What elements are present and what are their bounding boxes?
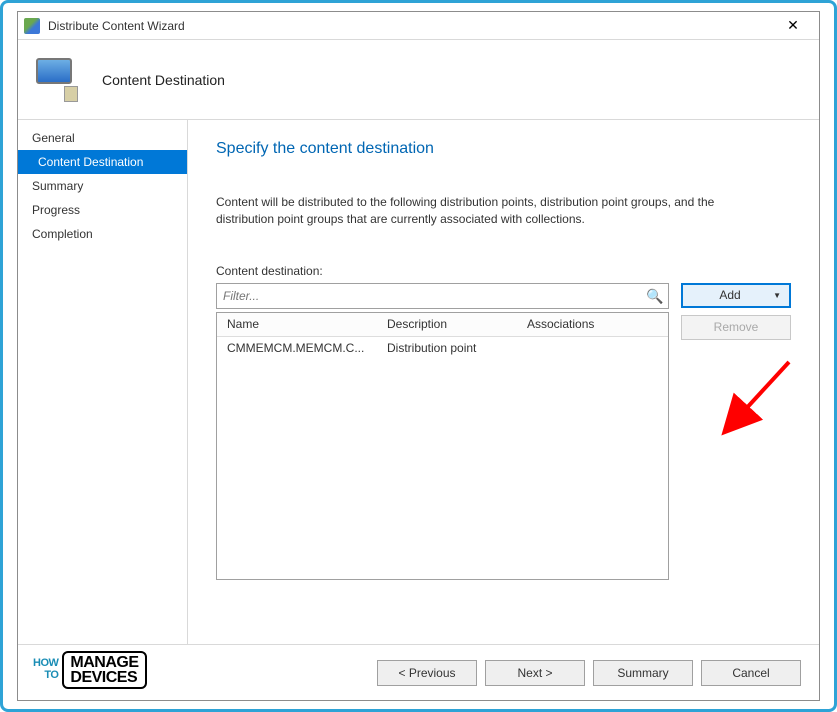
column-name[interactable]: Name bbox=[217, 317, 387, 331]
column-associations[interactable]: Associations bbox=[527, 317, 668, 331]
watermark-how: HOW bbox=[33, 659, 58, 669]
wizard-window: Distribute Content Wizard ✕ Content Dest… bbox=[17, 11, 820, 701]
next-button[interactable]: Next > bbox=[485, 660, 585, 686]
watermark-manage: MANAGE bbox=[70, 655, 138, 670]
close-icon: ✕ bbox=[787, 17, 799, 34]
cell-description: Distribution point bbox=[387, 341, 527, 355]
destination-table: Name Description Associations CMMEMCM.ME… bbox=[216, 312, 669, 580]
watermark-to: TO bbox=[44, 669, 58, 681]
wizard-sidebar: General Content Destination Summary Prog… bbox=[18, 120, 188, 644]
wizard-header: Content Destination bbox=[18, 40, 819, 120]
close-button[interactable]: ✕ bbox=[773, 15, 813, 37]
sidebar-item-completion[interactable]: Completion bbox=[18, 222, 187, 246]
table-row[interactable]: CMMEMCM.MEMCM.C... Distribution point bbox=[217, 337, 668, 359]
sidebar-item-summary[interactable]: Summary bbox=[18, 174, 187, 198]
table-header: Name Description Associations bbox=[217, 313, 668, 337]
remove-button-label: Remove bbox=[714, 320, 759, 334]
description-text: Content will be distributed to the follo… bbox=[216, 194, 756, 228]
titlebar: Distribute Content Wizard ✕ bbox=[18, 12, 819, 40]
sidebar-item-content-destination[interactable]: Content Destination bbox=[18, 150, 187, 174]
add-button[interactable]: Add bbox=[681, 283, 791, 308]
remove-button: Remove bbox=[681, 315, 791, 340]
watermark-devices: DEVICES bbox=[70, 670, 138, 685]
add-button-label: Add bbox=[719, 288, 740, 302]
summary-button[interactable]: Summary bbox=[593, 660, 693, 686]
filter-box[interactable]: 🔍 bbox=[216, 283, 669, 309]
previous-button[interactable]: < Previous bbox=[377, 660, 477, 686]
cancel-button[interactable]: Cancel bbox=[701, 660, 801, 686]
window-title: Distribute Content Wizard bbox=[48, 19, 773, 33]
wizard-content: Specify the content destination Content … bbox=[188, 120, 819, 644]
search-icon[interactable]: 🔍 bbox=[646, 288, 662, 304]
sidebar-item-general[interactable]: General bbox=[18, 126, 187, 150]
cell-name: CMMEMCM.MEMCM.C... bbox=[217, 341, 387, 355]
app-icon bbox=[24, 18, 40, 34]
filter-input[interactable] bbox=[223, 289, 646, 303]
content-destination-label: Content destination: bbox=[216, 264, 791, 278]
page-title: Content Destination bbox=[102, 72, 225, 88]
main-heading: Specify the content destination bbox=[216, 140, 791, 158]
column-description[interactable]: Description bbox=[387, 317, 527, 331]
computer-icon bbox=[36, 58, 80, 102]
sidebar-item-progress[interactable]: Progress bbox=[18, 198, 187, 222]
watermark: HOW TO MANAGE DEVICES bbox=[33, 651, 147, 689]
